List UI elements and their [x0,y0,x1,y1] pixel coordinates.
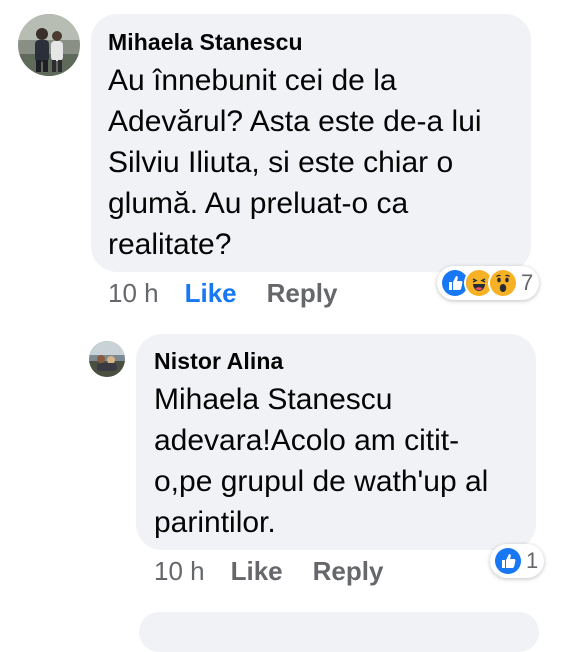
like-button[interactable]: Like [231,556,283,587]
comment-text: Mihaela Stanescu adevara!Acolo am citit-… [154,383,489,539]
wow-reaction-icon [488,268,518,298]
reply-button[interactable]: Reply [267,278,338,309]
comment-bubble: Mihaela Stanescu Au înnebunit cei de la … [91,14,531,272]
reaction-count: 7 [521,270,534,295]
comment-timestamp[interactable]: 10 h [154,556,205,587]
like-reaction-icon [493,546,523,576]
like-button[interactable]: Like [185,278,237,309]
reaction-summary[interactable]: 1 [490,544,545,578]
comment-author[interactable]: Nistor Alina [154,348,518,375]
next-comment-bubble [139,612,539,652]
avatar[interactable] [18,14,80,76]
comment-timestamp[interactable]: 10 h [108,278,159,309]
avatar[interactable] [89,341,125,377]
reaction-count: 1 [526,548,539,573]
comment-bubble: Nistor Alina Mihaela Stanescu adevara!Ac… [136,334,536,550]
comment-actions: 10 h Like Reply [108,278,337,309]
comment-author[interactable]: Mihaela Stanescu [108,29,513,56]
comment-text: Au înnebunit cei de la Adevărul? Asta es… [108,64,482,261]
comment-actions: 10 h Like Reply [154,556,383,587]
reaction-summary[interactable]: 7 [437,266,540,300]
reply-button[interactable]: Reply [313,556,384,587]
